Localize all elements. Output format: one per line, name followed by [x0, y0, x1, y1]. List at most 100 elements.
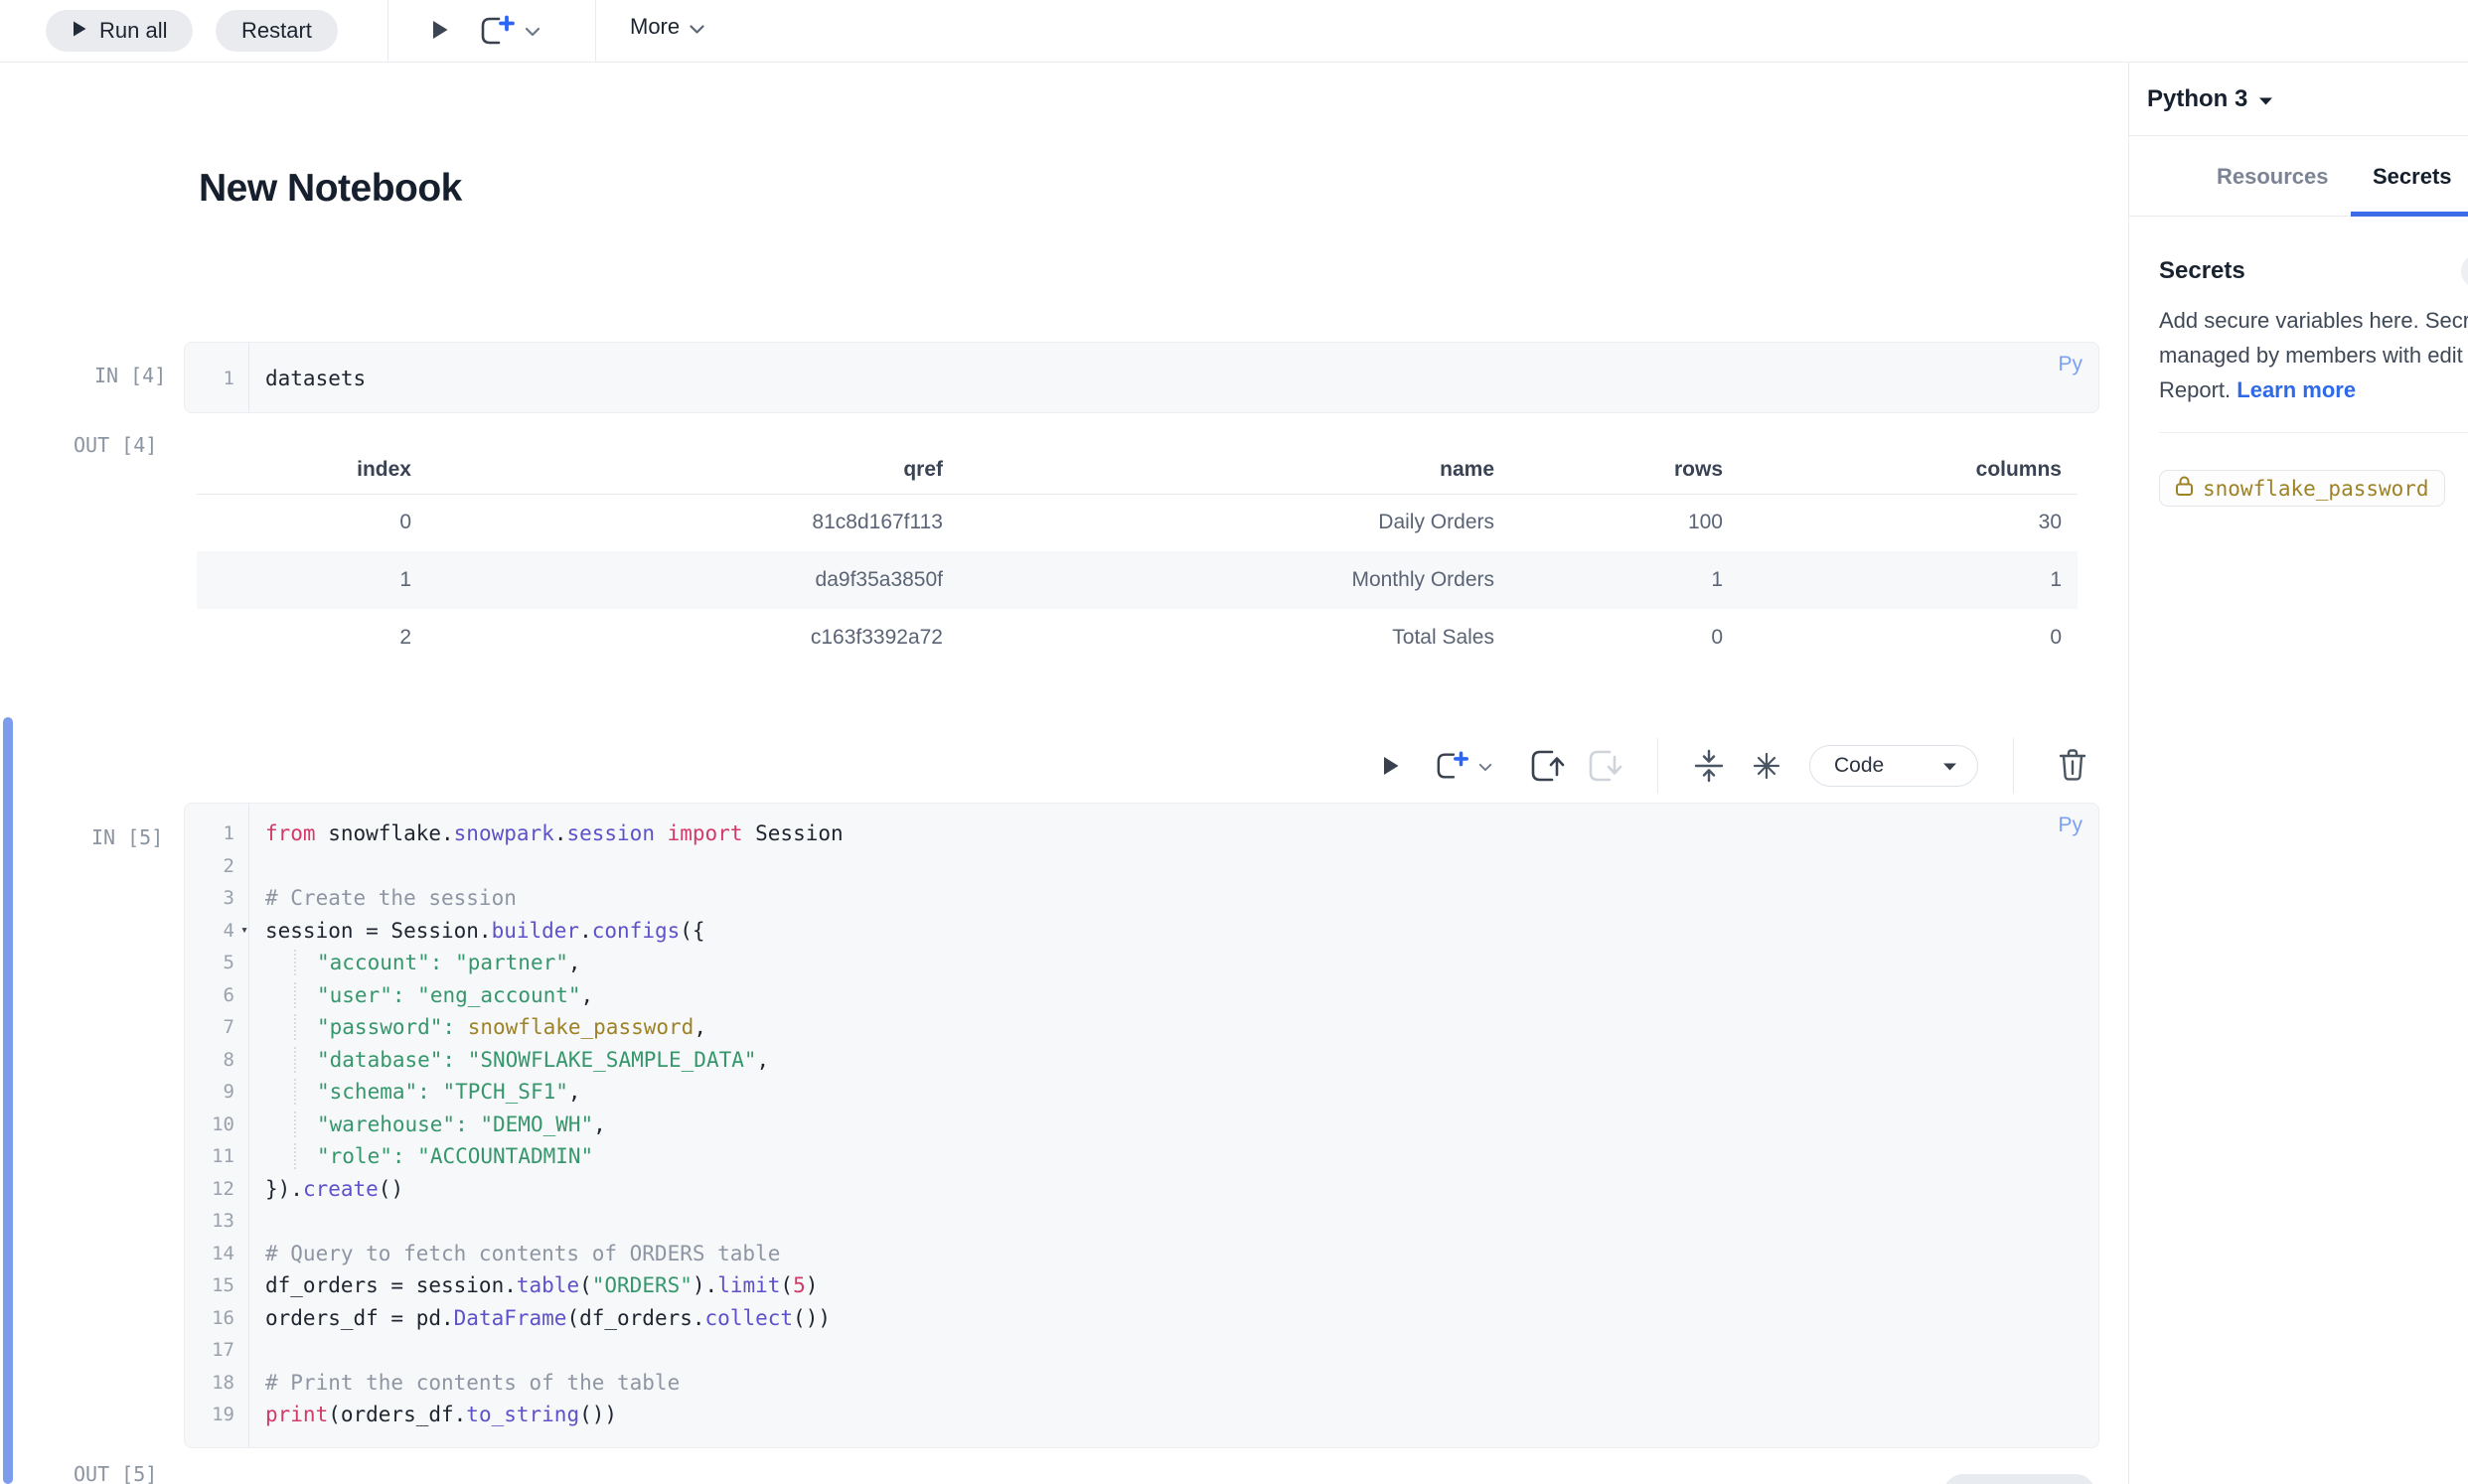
run-cell-button[interactable]: [1381, 754, 1401, 781]
more-button[interactable]: More: [630, 14, 704, 40]
line-number: 7: [185, 1011, 248, 1044]
code-line[interactable]: "password": snowflake_password,: [249, 1011, 2098, 1044]
secret-name: snowflake_password: [2203, 477, 2429, 501]
code-line[interactable]: [249, 850, 2098, 883]
code-line[interactable]: df_orders = session.table("ORDERS").limi…: [249, 1269, 2098, 1302]
code-line[interactable]: "schema": "TPCH_SF1",: [249, 1076, 2098, 1109]
line-number: 9: [185, 1076, 248, 1109]
code-line[interactable]: from snowflake.snowpark.session import S…: [249, 817, 2098, 850]
chevron-down-icon: [525, 25, 540, 40]
line-number: 6: [185, 979, 248, 1012]
collapse-cell-button[interactable]: [1691, 749, 1727, 786]
line-number: 17: [185, 1334, 248, 1367]
play-icon: [430, 18, 450, 45]
table-cell: c163f3392a72: [427, 609, 959, 667]
line-number: 5: [185, 947, 248, 979]
add-block-button[interactable]: [479, 13, 540, 52]
code-editor[interactable]: from snowflake.snowpark.session import S…: [249, 804, 2098, 1447]
scroll-pill[interactable]: [1943, 1474, 2095, 1484]
line-number: 4▾: [185, 915, 248, 948]
kernel-label: Python 3: [2147, 85, 2247, 113]
lock-icon: [2175, 475, 2194, 502]
indent-guide: [294, 1112, 296, 1137]
format-code-icon-button[interactable]: [1751, 751, 1782, 784]
cell1-in-label: IN [4]: [94, 364, 166, 387]
run-all-button[interactable]: Run all: [46, 10, 193, 52]
notebook-title[interactable]: New Notebook: [199, 167, 462, 211]
secrets-description: managed by members with edit ac: [2159, 343, 2468, 369]
table-column-header: name: [959, 452, 1510, 494]
block-arrow-down-icon: [1588, 749, 1625, 786]
code-line[interactable]: "user": "eng_account",: [249, 979, 2098, 1012]
toolbar-divider: [1657, 738, 1658, 794]
sidebar-tabs: Resources Secrets: [2129, 137, 2468, 217]
table-cell: 0: [197, 494, 427, 551]
top-toolbar: Run all Restart More: [0, 0, 2468, 63]
line-number: 2: [185, 850, 248, 883]
indent-guide: [294, 1143, 296, 1169]
line-number: 12: [185, 1173, 248, 1206]
table-cell: 0: [1739, 609, 2078, 667]
code-cell-1[interactable]: 1 datasets Py: [184, 342, 2099, 413]
learn-more-link[interactable]: Learn more: [2237, 377, 2356, 402]
code-line[interactable]: [249, 1334, 2098, 1367]
line-number: 18: [185, 1367, 248, 1400]
chevron-down-icon: [690, 14, 704, 40]
table-cell: 81c8d167f113: [427, 494, 959, 551]
run-notebook-button[interactable]: [430, 18, 450, 45]
code-line[interactable]: [249, 1205, 2098, 1238]
delete-cell-button[interactable]: [2059, 748, 2086, 785]
code-editor[interactable]: datasets: [249, 343, 2098, 412]
code-line[interactable]: session = Session.builder.configs({: [249, 915, 2098, 948]
cell-type-select[interactable]: Code: [1809, 745, 1978, 787]
secrets-action-button[interactable]: [2461, 254, 2468, 288]
line-number: 11: [185, 1140, 248, 1173]
indent-guide: [294, 1047, 296, 1073]
cell2-out-label: OUT [5]: [74, 1462, 157, 1484]
line-number: 1: [185, 817, 248, 850]
move-block-up-button[interactable]: [1530, 749, 1568, 786]
play-icon: [72, 18, 87, 44]
table-cell: Monthly Orders: [959, 551, 1510, 609]
fold-caret-icon[interactable]: ▾: [240, 915, 248, 948]
move-block-down-button[interactable]: [1588, 749, 1625, 786]
secrets-heading: Secrets: [2159, 257, 2245, 285]
line-number: 3: [185, 882, 248, 915]
code-line[interactable]: }).create(): [249, 1173, 2098, 1206]
code-line[interactable]: # Print the contents of the table: [249, 1367, 2098, 1400]
restart-button[interactable]: Restart: [216, 10, 338, 52]
code-line[interactable]: "warehouse": "DEMO_WH",: [249, 1109, 2098, 1141]
asterisk-icon: [1751, 751, 1782, 784]
code-line[interactable]: # Query to fetch contents of ORDERS tabl…: [249, 1238, 2098, 1270]
collapse-icon: [1691, 749, 1727, 786]
tab-resources[interactable]: Resources: [2217, 137, 2329, 217]
toolbar-divider: [2013, 738, 2014, 794]
secret-chip-snowflake-password[interactable]: snowflake_password: [2159, 470, 2445, 507]
table-row: 1da9f35a3850fMonthly Orders11: [197, 551, 2078, 609]
table-cell: 1: [197, 551, 427, 609]
code-line[interactable]: # Create the session: [249, 882, 2098, 915]
line-number: 10: [185, 1109, 248, 1141]
code-line[interactable]: "role": "ACCOUNTADMIN": [249, 1140, 2098, 1173]
add-block-below-button[interactable]: [1435, 749, 1492, 786]
table-column-header: qref: [427, 452, 959, 494]
code-cell-2[interactable]: 1234▾5678910111213141516171819 from snow…: [184, 803, 2099, 1448]
toolbar-divider: [387, 0, 388, 62]
code-line[interactable]: orders_df = pd.DataFrame(df_orders.colle…: [249, 1302, 2098, 1335]
kernel-selector[interactable]: Python 3: [2129, 63, 2468, 136]
run-all-label: Run all: [99, 18, 167, 44]
divider: [2159, 432, 2468, 433]
restart-label: Restart: [241, 18, 312, 44]
code-line[interactable]: "database": "SNOWFLAKE_SAMPLE_DATA",: [249, 1044, 2098, 1077]
indent-guide: [294, 1079, 296, 1105]
code-line[interactable]: datasets: [249, 363, 2098, 395]
caret-down-icon: [2258, 85, 2273, 113]
secrets-description: Add secure variables here. Secrets: [2159, 308, 2468, 334]
code-line[interactable]: print(orders_df.to_string()): [249, 1399, 2098, 1431]
indent-guide: [294, 950, 296, 975]
add-block-icon: [1435, 749, 1470, 786]
line-number: 13: [185, 1205, 248, 1238]
selected-cell-indicator: [3, 717, 13, 1484]
code-line[interactable]: "account": "partner",: [249, 947, 2098, 979]
tab-secrets[interactable]: Secrets: [2373, 137, 2452, 217]
